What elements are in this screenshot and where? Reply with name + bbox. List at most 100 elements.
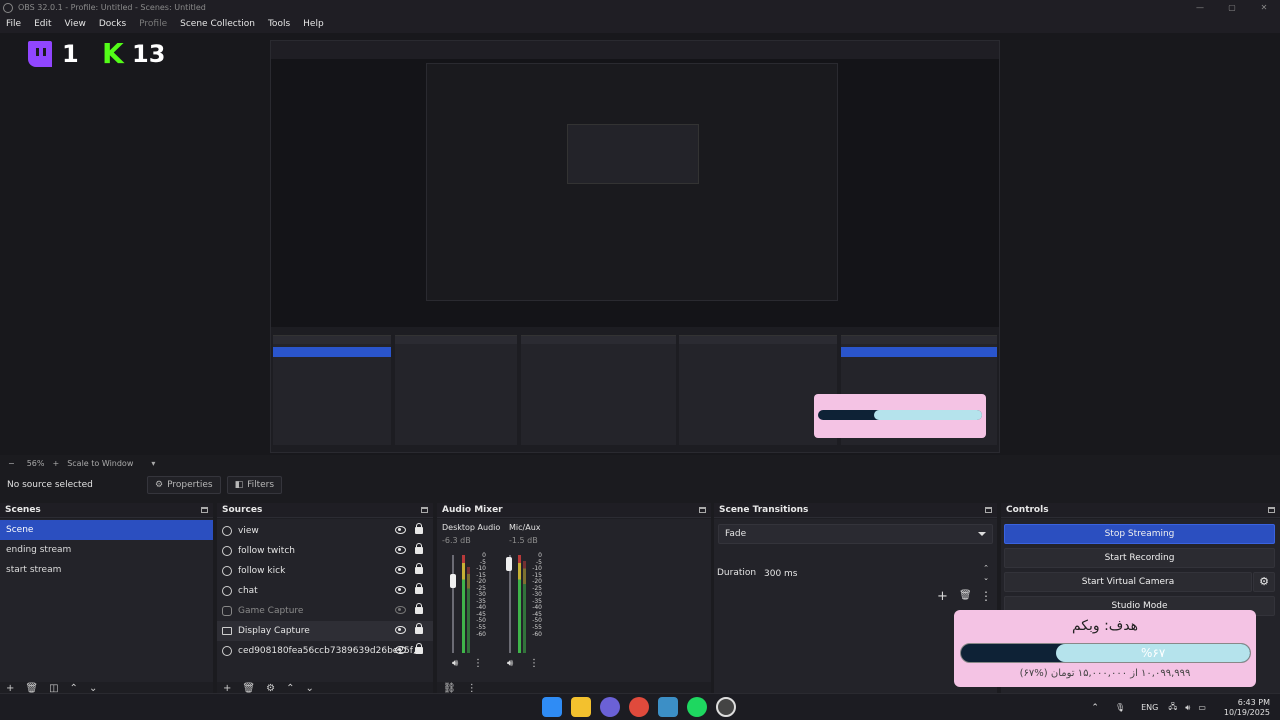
windows-start-icon[interactable] — [542, 697, 562, 717]
kebab-menu-icon[interactable]: ⋮ — [980, 589, 992, 603]
spotify-icon[interactable] — [687, 697, 707, 717]
undock-icon[interactable] — [421, 507, 428, 513]
scene-item[interactable]: ending stream — [0, 540, 213, 560]
trash-icon[interactable]: 🗑 — [25, 683, 38, 694]
kebab-menu-icon[interactable]: ⋮ — [473, 658, 483, 669]
source-name: ced908180fea56ccb7389639d26be25f, — [238, 646, 416, 656]
zoom-in-button[interactable]: + — [52, 459, 59, 468]
source-item[interactable]: chat — [217, 581, 433, 601]
stop-streaming-button[interactable]: Stop Streaming — [1004, 524, 1275, 544]
maximize-button[interactable]: ▢ — [1216, 0, 1248, 15]
move-up-icon[interactable]: ⌃ — [70, 683, 78, 694]
add-icon[interactable]: + — [6, 683, 14, 694]
visibility-eye-icon[interactable] — [395, 646, 406, 654]
source-item[interactable]: Game Capture — [217, 601, 433, 621]
properties-button[interactable]: ⚙ Properties — [147, 476, 221, 494]
kebab-menu-icon[interactable]: ⋮ — [467, 683, 477, 694]
lock-icon[interactable] — [415, 523, 423, 534]
add-icon[interactable]: + — [937, 589, 948, 604]
gear-icon[interactable]: ⚙ — [266, 683, 275, 694]
visibility-eye-icon[interactable] — [395, 546, 406, 554]
menu-help[interactable]: Help — [303, 19, 324, 29]
zoom-out-button[interactable]: − — [8, 459, 15, 468]
chrome-icon[interactable] — [629, 697, 649, 717]
browser-icon — [222, 526, 232, 536]
scene-item[interactable]: start stream — [0, 560, 213, 580]
language-indicator[interactable]: ENG — [1141, 703, 1158, 712]
move-down-icon[interactable]: ⌄ — [305, 683, 313, 694]
chevron-up-icon[interactable]: ⌃ — [1091, 703, 1099, 713]
menu-file[interactable]: File — [6, 19, 21, 29]
source-item[interactable]: ced908180fea56ccb7389639d26be25f, — [217, 641, 433, 661]
source-item[interactable]: follow kick — [217, 561, 433, 581]
clock[interactable]: 6:43 PM 10/19/2025 — [1224, 698, 1270, 718]
trash-icon[interactable]: 🗑 — [959, 590, 972, 601]
chevron-down-icon[interactable]: ▾ — [151, 459, 155, 468]
start-virtual-camera-button[interactable]: Start Virtual Camera — [1004, 572, 1252, 592]
volume-fader-track[interactable] — [452, 555, 454, 653]
obs-icon[interactable] — [716, 697, 736, 717]
mixer-dock-header: Audio Mixer — [437, 503, 711, 518]
source-item[interactable]: view — [217, 521, 433, 541]
channel-name: Mic/Aux — [509, 523, 541, 532]
microphone-icon[interactable]: 🎙︎ — [1115, 703, 1125, 712]
trash-icon[interactable]: 🗑 — [242, 683, 255, 694]
source-item[interactable]: follow twitch — [217, 541, 433, 561]
add-icon[interactable]: + — [223, 683, 231, 694]
undock-icon[interactable] — [985, 507, 992, 513]
discord-icon[interactable] — [600, 697, 620, 717]
vs-code-icon[interactable] — [658, 697, 678, 717]
filters-icon[interactable]: ◫ — [49, 683, 58, 694]
transition-select[interactable]: Fade — [718, 524, 993, 544]
lock-icon[interactable] — [415, 563, 423, 574]
lock-icon[interactable] — [415, 623, 423, 634]
undock-icon[interactable] — [1268, 507, 1275, 513]
scale-mode[interactable]: Scale to Window — [67, 459, 133, 468]
undock-icon[interactable] — [699, 507, 706, 513]
goal-progress-bar: %۶۷ — [960, 643, 1251, 663]
visibility-eye-icon[interactable] — [395, 586, 406, 594]
system-tray: ⌃ 🎙︎ ENG 🖧 🔊︎ ▭ 6:43 PM 10/19/2025 — [1091, 694, 1280, 720]
spin-arrows-icon[interactable]: ⌃ ⌄ — [983, 563, 989, 583]
menu-profile[interactable]: Profile — [139, 19, 167, 29]
scene-item[interactable]: Scene — [0, 520, 213, 540]
lock-icon[interactable] — [415, 543, 423, 554]
minimize-button[interactable]: — — [1184, 0, 1216, 15]
volume-fader-handle[interactable] — [506, 557, 512, 571]
clock-date: 10/19/2025 — [1223, 707, 1270, 717]
close-button[interactable]: ✕ — [1248, 0, 1280, 15]
virtual-camera-settings-gear-icon[interactable]: ⚙ — [1253, 572, 1275, 592]
browser-icon — [222, 546, 232, 556]
volume-fader-handle[interactable] — [450, 574, 456, 588]
network-icon[interactable]: 🖧 — [1168, 701, 1177, 715]
menu-scene-collection[interactable]: Scene Collection — [180, 19, 255, 29]
kebab-menu-icon[interactable]: ⋮ — [529, 658, 539, 669]
menu-docks[interactable]: Docks — [99, 19, 126, 29]
speaker-icon[interactable]: 🔊︎ — [507, 658, 513, 669]
battery-icon[interactable]: ▭ — [1198, 703, 1206, 712]
visibility-eye-icon[interactable] — [395, 626, 406, 634]
lock-icon[interactable] — [415, 583, 423, 594]
gear-icon: ⚙ — [155, 480, 164, 490]
lock-icon[interactable] — [415, 643, 423, 654]
filters-button[interactable]: ◧ Filters — [226, 476, 283, 494]
visibility-eye-off-icon[interactable] — [395, 606, 406, 614]
menu-view[interactable]: View — [65, 19, 86, 29]
speaker-icon[interactable]: 🔊︎ — [452, 658, 458, 669]
preview-canvas[interactable]: 1 K 13 — [0, 33, 1280, 455]
undock-icon[interactable] — [201, 507, 208, 513]
link-icon[interactable]: ⛓ — [443, 683, 456, 694]
source-item[interactable]: Display Capture — [217, 621, 433, 641]
visibility-eye-icon[interactable] — [395, 566, 406, 574]
menu-edit[interactable]: Edit — [34, 19, 51, 29]
start-recording-button[interactable]: Start Recording — [1004, 548, 1275, 568]
scenes-dock-header: Scenes — [0, 503, 213, 518]
move-down-icon[interactable]: ⌄ — [89, 683, 97, 694]
volume-icon[interactable]: 🔊︎ — [1185, 703, 1190, 713]
visibility-eye-icon[interactable] — [395, 526, 406, 534]
move-up-icon[interactable]: ⌃ — [286, 683, 294, 694]
duration-spinbox[interactable]: 300 ms ⌃ ⌄ — [758, 563, 993, 585]
file-explorer-icon[interactable] — [571, 697, 591, 717]
lock-icon[interactable] — [415, 603, 423, 614]
menu-tools[interactable]: Tools — [268, 19, 290, 29]
